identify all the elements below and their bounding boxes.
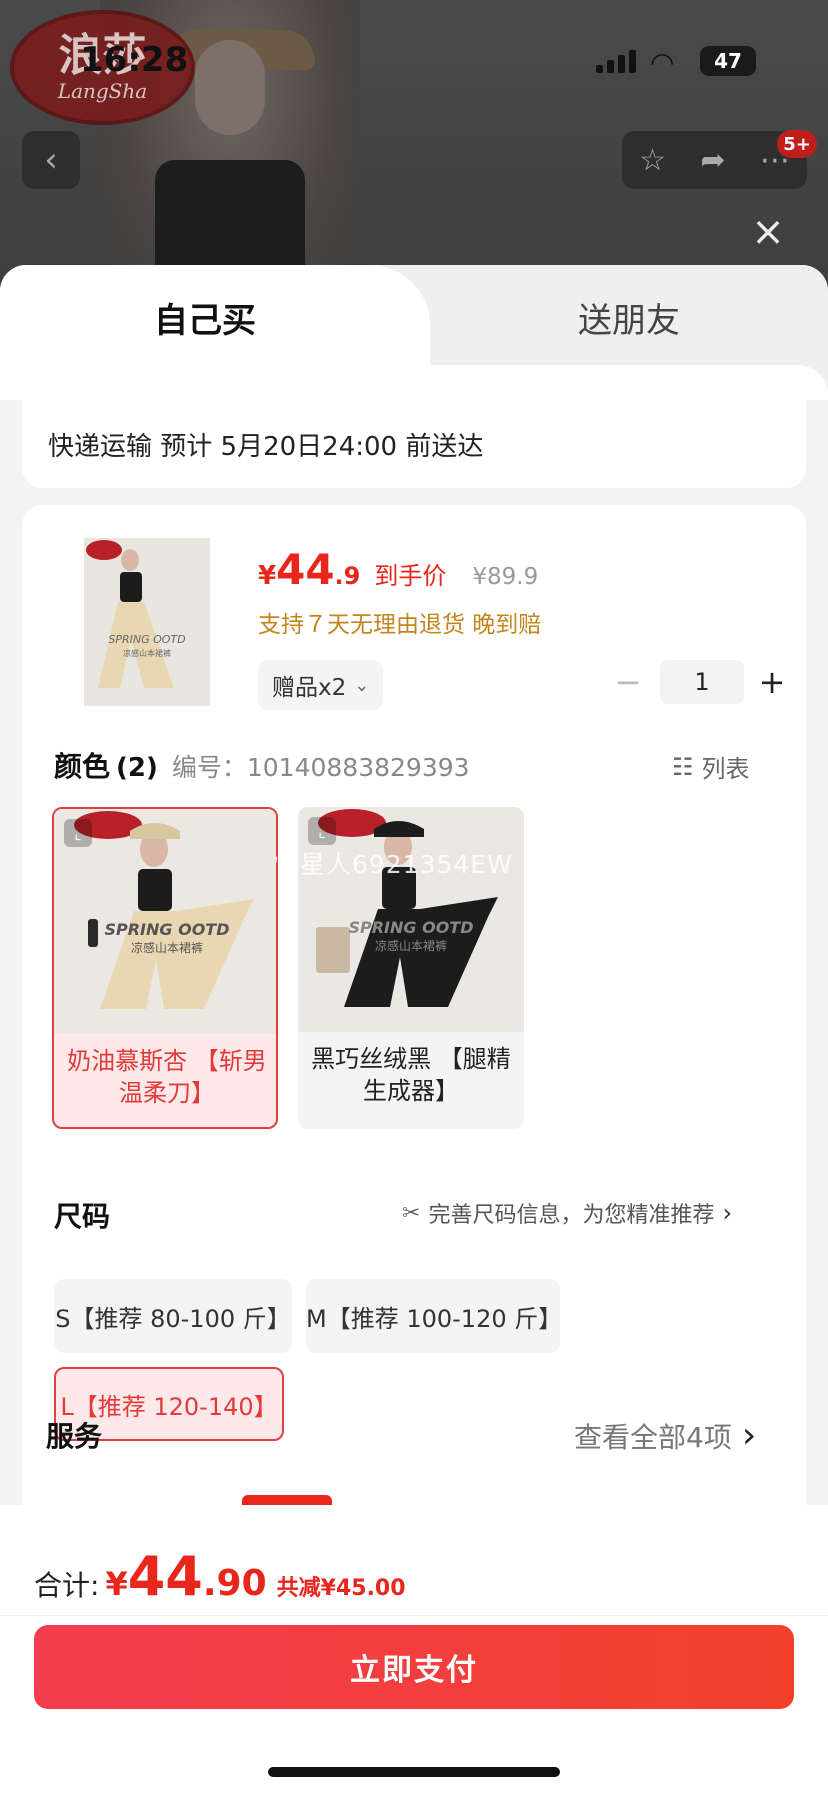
quantity-value[interactable]: 1 (660, 660, 744, 704)
purchase-tabs: 自己买 送朋友 (0, 265, 828, 400)
pay-now-button[interactable]: 立即支付 (34, 1625, 794, 1709)
wifi-icon: ◠ (650, 46, 675, 79)
total-row: 合计: ¥ 44 .90 共减¥45.00 (34, 1545, 406, 1608)
back-button[interactable]: ‹ (22, 131, 80, 189)
color-header: 颜色 (2) 编号：10140883829393 (54, 745, 470, 785)
return-policy-note: 支持７天无理由退货 晚到赔 (258, 612, 542, 638)
color-option-label: 奶油慕斯杏 【斩男温柔刀】 (67, 1047, 267, 1107)
close-icon[interactable]: × (748, 212, 788, 252)
delivery-text: 快递运输 预计 5月20日24:00 前送达 (48, 431, 484, 462)
color-count: (2) (116, 753, 158, 783)
list-label: 列表 (701, 755, 750, 783)
size-tip-text: 完善尺码信息，为您精准推荐 (428, 1203, 715, 1228)
cart-badge: 5+ (777, 130, 817, 158)
battery-icon: 47 (700, 46, 756, 76)
size-recommendation-link[interactable]: ✂ 完善尺码信息，为您精准推荐 › (402, 1197, 732, 1229)
quantity-stepper: − 1 + (606, 660, 794, 704)
total-currency: ¥ (105, 1565, 128, 1603)
price-row: ¥ 44 .9 到手价 ¥89.9 (258, 545, 538, 594)
increase-quantity-button[interactable]: + (750, 660, 794, 704)
chevron-right-icon: › (741, 1415, 757, 1456)
final-price-label: 到手价 (374, 562, 447, 590)
gift-label: 赠品x2 (272, 675, 347, 701)
expand-icon[interactable]: ⌞ (308, 817, 336, 845)
swatch-ootd-text: SPRING OOTD (104, 920, 229, 939)
total-decimal: .90 (202, 1563, 267, 1604)
delivery-info: 快递运输 预计 5月20日24:00 前送达 (22, 400, 806, 488)
thumb-ootd-subtext: 凉感山本裙裤 (123, 648, 171, 658)
status-bar: 16:28 ◠ 47 (0, 0, 828, 100)
list-view-toggle[interactable]: ☷ 列表 (672, 749, 750, 784)
chevron-down-icon: ⌄ (354, 674, 370, 696)
expand-icon[interactable]: ⌞ (64, 819, 92, 847)
swatch-ootd-subtext: 凉感山本裙裤 (375, 938, 447, 953)
size-option-s[interactable]: S【推荐 80-100 斤】 (54, 1279, 292, 1353)
service-title: 服务 (46, 1420, 103, 1453)
share-icon[interactable]: ➦ (700, 143, 725, 178)
decrease-quantity-button[interactable]: − (606, 660, 650, 704)
list-icon: ☷ (672, 752, 694, 781)
cellular-signal-icon (596, 50, 636, 73)
chevron-left-icon: ‹ (44, 140, 58, 180)
swatch-ootd-text: SPRING OOTD (348, 918, 473, 937)
total-label: 合计: (34, 1569, 100, 1602)
price-integer: 44 (276, 545, 335, 594)
footer-divider (0, 1615, 828, 1616)
purchase-sheet: 自己买 送朋友 快递运输 预计 5月20日24:00 前送达 SPRING OO… (0, 265, 828, 1796)
color-option-label: 黑巧丝绒黑 【腿精生成器】 (311, 1045, 511, 1105)
ruler-icon: ✂ (402, 1200, 421, 1226)
size-title: 尺码 (54, 1200, 111, 1233)
thumb-ootd-text: SPRING OOTD (108, 633, 185, 646)
price-currency: ¥ (258, 561, 277, 591)
tab-buy-for-self[interactable]: 自己买 (0, 265, 430, 400)
chevron-right-icon: › (722, 1199, 733, 1227)
original-price: ¥89.9 (472, 564, 539, 590)
status-time: 16:28 (80, 40, 189, 80)
product-thumbnail[interactable]: SPRING OOTD 凉感山本裙裤 (84, 538, 210, 706)
swatch-ootd-subtext: 凉感山本裙裤 (131, 940, 203, 955)
color-title: 颜色 (54, 750, 111, 783)
total-integer: 44 (127, 1545, 203, 1608)
product-code: 编号：10140883829393 (171, 753, 470, 782)
checkout-footer: 合计: ¥ 44 .90 共减¥45.00 立即支付 (0, 1505, 828, 1796)
price-decimal: .9 (334, 562, 361, 590)
tab-send-to-friend[interactable]: 送朋友 (430, 265, 828, 370)
view-all-services-link[interactable]: 查看全部4项 › (574, 1415, 756, 1456)
view-all-services-label: 查看全部4项 (574, 1420, 732, 1454)
total-discount: 共减¥45.00 (276, 1576, 406, 1601)
color-option-cream[interactable]: SPRING OOTD 凉感山本裙裤 ⌞ 奶油慕斯杏 【斩男温柔刀】 (52, 807, 278, 1129)
sku-selector-card: SPRING OOTD 凉感山本裙裤 ¥ 44 .9 到手价 ¥89.9 支持７… (22, 505, 806, 1605)
image-watermark: 慢星人6921354EW (274, 850, 513, 879)
size-option-m[interactable]: M【推荐 100-120 斤】 (306, 1279, 562, 1353)
gift-dropdown[interactable]: 赠品x2 ⌄ (258, 660, 384, 710)
home-indicator (268, 1767, 560, 1777)
favorite-star-icon[interactable]: ☆ (639, 143, 666, 178)
